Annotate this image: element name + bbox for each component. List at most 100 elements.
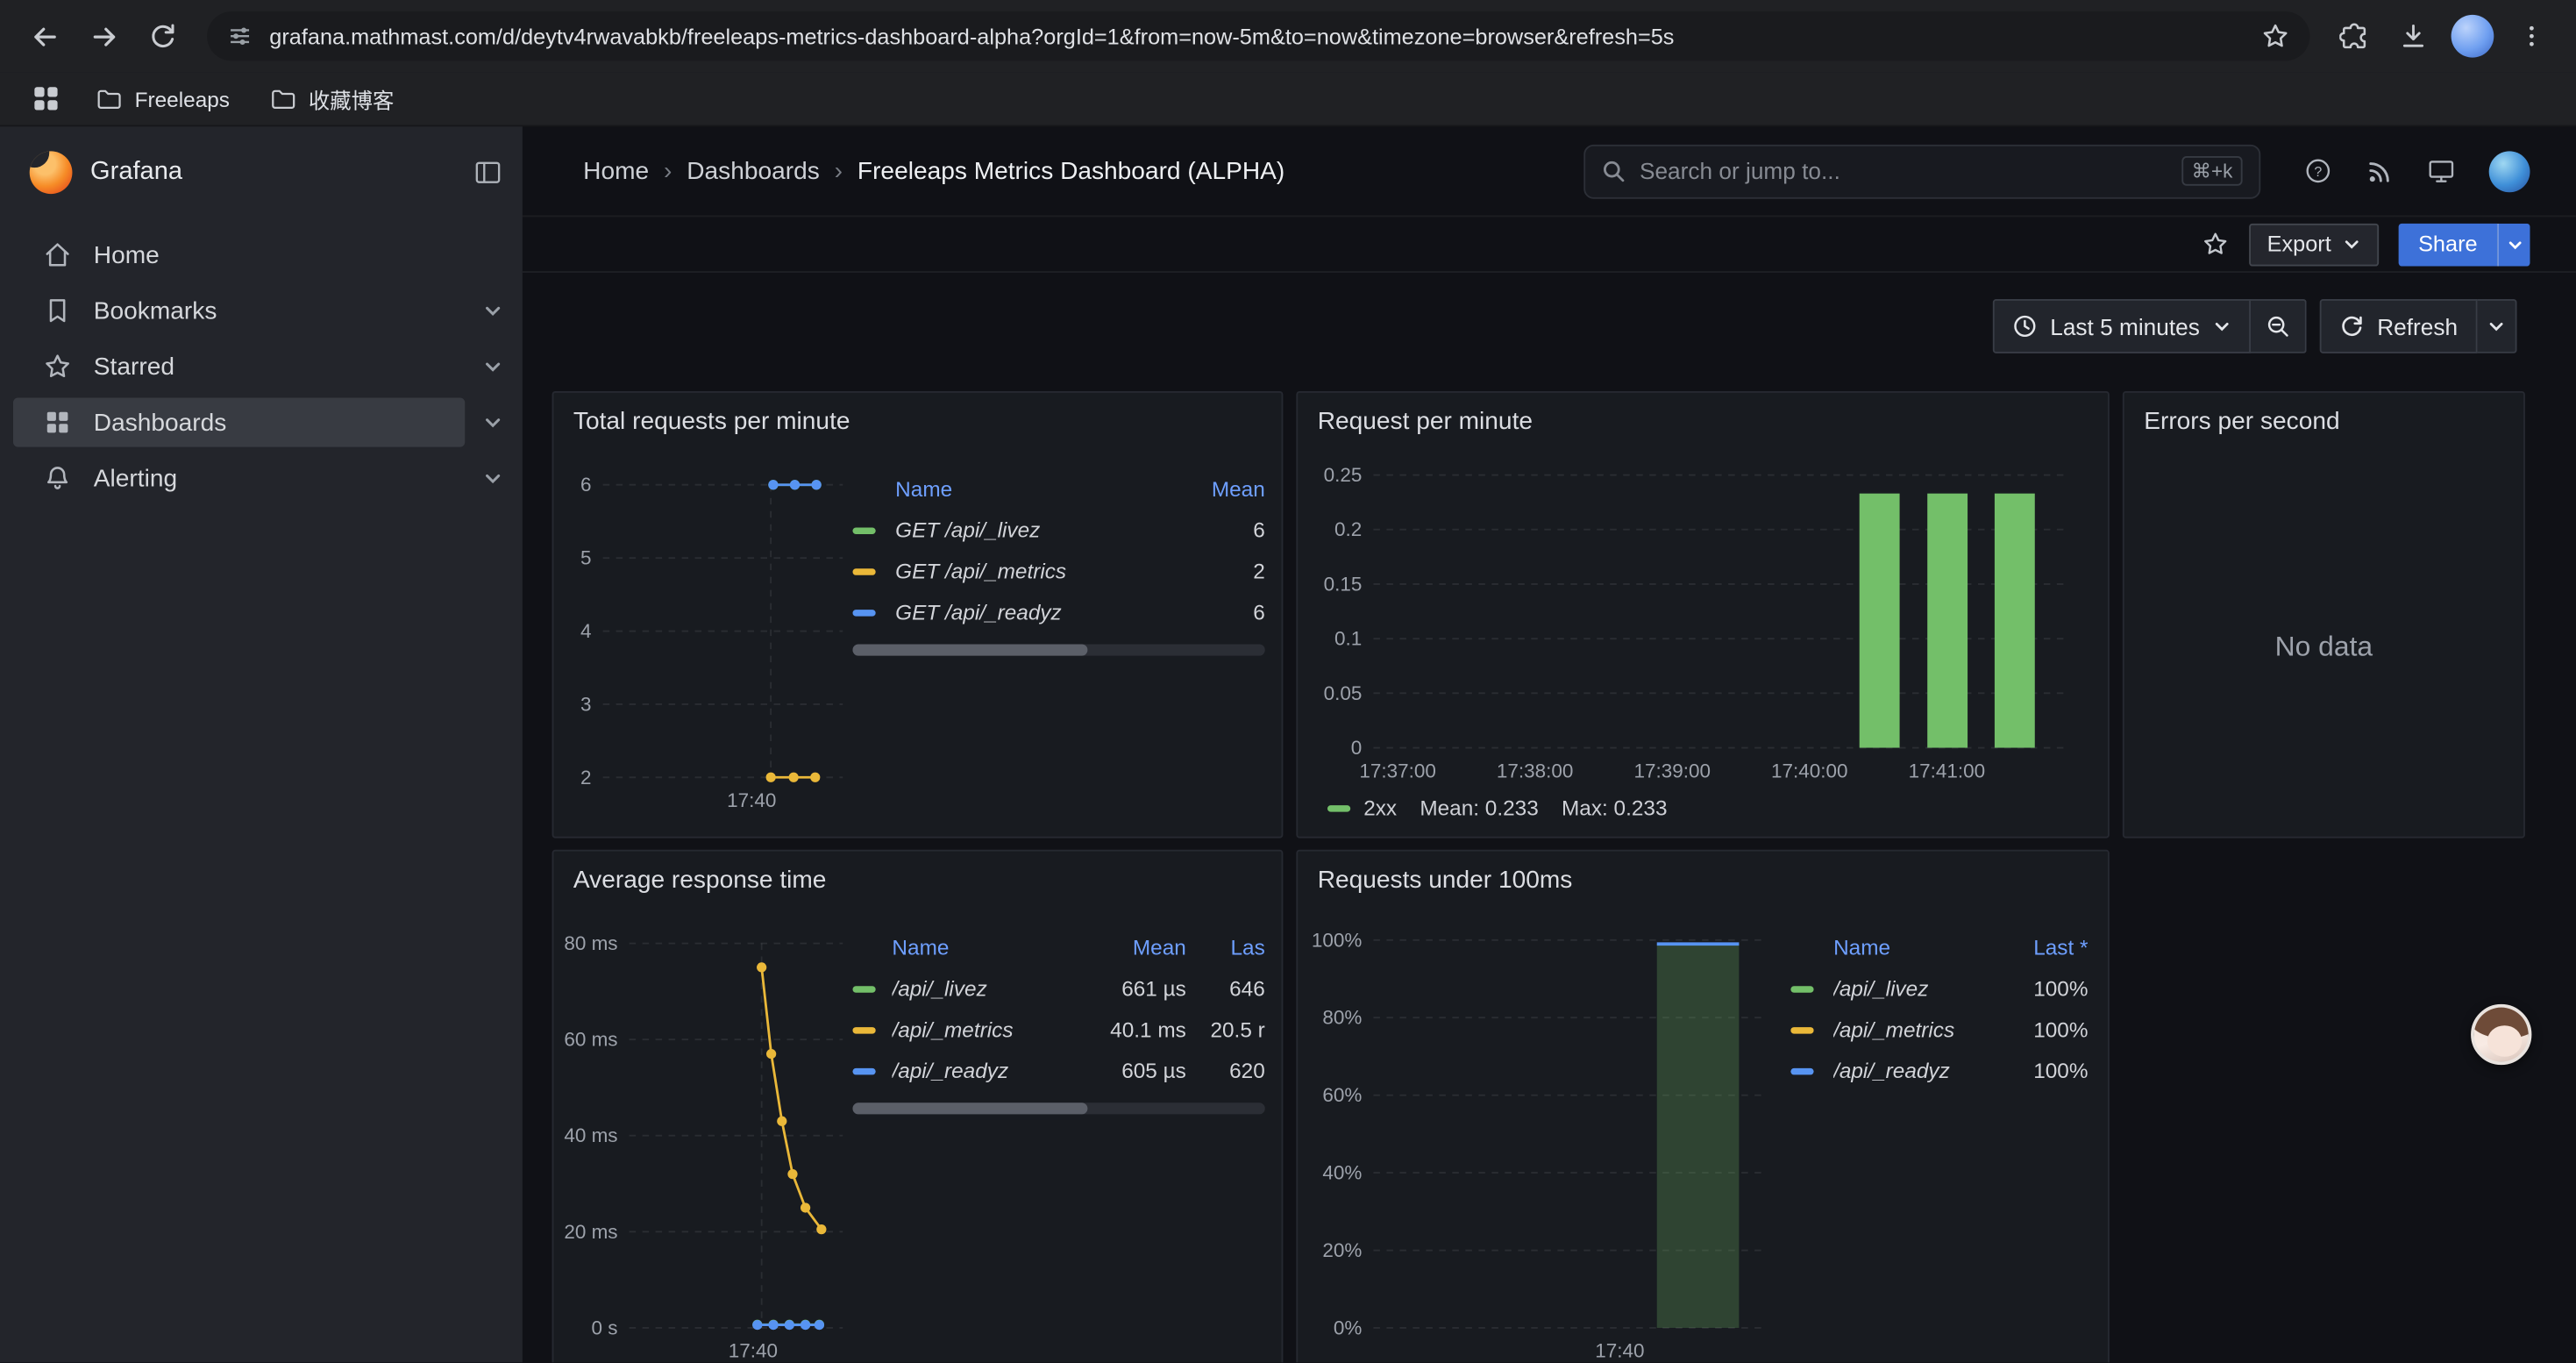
site-settings-icon[interactable] bbox=[227, 23, 253, 49]
share-menu-button[interactable] bbox=[2497, 223, 2530, 266]
user-avatar[interactable] bbox=[2489, 150, 2530, 191]
series-name[interactable]: /api/_metrics bbox=[892, 1017, 1078, 1042]
svg-text:?: ? bbox=[2314, 164, 2322, 180]
legend-row: /api/_metrics 40.1 ms 20.5 r bbox=[852, 1009, 1264, 1050]
series-name[interactable]: GET /api/_readyz bbox=[895, 600, 1170, 624]
time-range-picker[interactable]: Last 5 minutes bbox=[1993, 299, 2251, 353]
chevron-down-icon[interactable] bbox=[483, 412, 502, 432]
panel-request-per-minute[interactable]: Request per minute 0.250.20.150.10.05017… bbox=[1296, 391, 2109, 838]
search-input[interactable] bbox=[1640, 158, 2168, 184]
series-name[interactable]: /api/_readyz bbox=[1833, 1059, 1999, 1083]
panel-errors-per-second[interactable]: Errors per second No data bbox=[2123, 391, 2525, 838]
favorite-star-button[interactable] bbox=[2202, 230, 2230, 258]
legend-table: Name Mean Las /api/_livez 661 µs 646 bbox=[852, 927, 1264, 1115]
reload-icon bbox=[148, 21, 178, 51]
sidebar-item-starred[interactable]: Starred bbox=[0, 339, 523, 395]
svg-text:5: 5 bbox=[580, 547, 592, 569]
svg-text:6: 6 bbox=[580, 474, 592, 496]
share-button[interactable]: Share bbox=[2399, 223, 2497, 266]
bookmark-folder-blogs[interactable]: 收藏博客 bbox=[256, 78, 407, 119]
chevron-down-icon bbox=[2487, 318, 2506, 336]
legend-scrollbar[interactable] bbox=[852, 644, 1264, 655]
chevron-down-icon[interactable] bbox=[483, 357, 502, 376]
legend-col-name[interactable]: Name bbox=[892, 935, 1078, 960]
bookmark-label: 收藏博客 bbox=[309, 83, 394, 115]
grafana-logo[interactable] bbox=[30, 150, 73, 193]
svg-text:0.25: 0.25 bbox=[1324, 464, 1363, 486]
series-name[interactable]: GET /api/_livez bbox=[895, 517, 1170, 542]
chevron-down-icon[interactable] bbox=[483, 301, 502, 320]
svg-text:17:40: 17:40 bbox=[1595, 1340, 1644, 1362]
browser-toolbar: grafana.mathmast.com/d/deytv4rwavabkb/fr… bbox=[0, 0, 2576, 72]
svg-text:20 ms: 20 ms bbox=[564, 1221, 617, 1243]
scrollbar-thumb[interactable] bbox=[852, 644, 1087, 655]
profile-button[interactable] bbox=[2444, 8, 2501, 64]
news-rss-button[interactable] bbox=[2366, 157, 2394, 185]
reload-button[interactable] bbox=[135, 8, 191, 64]
scrollbar-thumb[interactable] bbox=[852, 1103, 1087, 1114]
extensions-button[interactable] bbox=[2326, 8, 2382, 64]
series-color-dash bbox=[1790, 1067, 1813, 1074]
series-name[interactable]: GET /api/_metrics bbox=[895, 559, 1170, 583]
series-last: 100% bbox=[2010, 1017, 2089, 1042]
chevron-down-icon[interactable] bbox=[483, 468, 502, 488]
panel-avg-response-time[interactable]: Average response time 80 ms60 ms40 ms20 … bbox=[552, 850, 1284, 1363]
panel-total-requests[interactable]: Total requests per minute 6543217:40 Nam… bbox=[552, 391, 1284, 838]
browser-menu-button[interactable] bbox=[2504, 8, 2560, 64]
address-bar[interactable]: grafana.mathmast.com/d/deytv4rwavabkb/fr… bbox=[207, 11, 2309, 61]
bookmark-star-icon[interactable] bbox=[2260, 21, 2290, 51]
breadcrumb: Home › Dashboards › Freeleaps Metrics Da… bbox=[583, 157, 1284, 185]
sidebar-item-dashboards[interactable]: Dashboards bbox=[0, 395, 523, 451]
total-requests-chart: 6543217:40 bbox=[560, 468, 853, 817]
series-name[interactable]: 2xx bbox=[1363, 796, 1397, 820]
series-color-dash bbox=[852, 567, 875, 574]
chevron-down-icon bbox=[2506, 236, 2523, 253]
refresh-interval-button[interactable] bbox=[2478, 299, 2517, 353]
url-text[interactable]: grafana.mathmast.com/d/deytv4rwavabkb/fr… bbox=[269, 24, 2244, 48]
breadcrumb-current: Freeleaps Metrics Dashboard (ALPHA) bbox=[857, 157, 1284, 185]
refresh-button[interactable]: Refresh bbox=[2320, 299, 2478, 353]
bookmark-folder-freeleaps[interactable]: Freeleaps bbox=[82, 80, 243, 118]
sidebar-item-home[interactable]: Home bbox=[0, 227, 523, 283]
breadcrumb-home[interactable]: Home bbox=[583, 157, 649, 185]
series-name[interactable]: /api/_livez bbox=[1833, 976, 1999, 1001]
download-icon bbox=[2399, 21, 2429, 51]
export-button[interactable]: Export bbox=[2249, 223, 2379, 266]
downloads-button[interactable] bbox=[2386, 8, 2442, 64]
back-button[interactable] bbox=[17, 8, 73, 64]
panel-under-100ms[interactable]: Requests under 100ms 100%80%60%40%20%0%1… bbox=[1296, 850, 2109, 1363]
zoom-out-button[interactable] bbox=[2251, 299, 2307, 353]
breadcrumb-separator: › bbox=[664, 157, 672, 185]
legend-row: GET /api/_readyz 6 bbox=[852, 592, 1264, 633]
legend-col-mean[interactable]: Mean bbox=[1179, 476, 1264, 501]
series-name[interactable]: /api/_readyz bbox=[892, 1059, 1078, 1083]
sidebar-nav: Home Bookmarks Starred Dashboards bbox=[0, 217, 523, 506]
series-name[interactable]: /api/_metrics bbox=[1833, 1017, 1999, 1042]
share-button-group: Share bbox=[2399, 223, 2530, 266]
sidebar-item-bookmarks[interactable]: Bookmarks bbox=[0, 282, 523, 339]
series-name[interactable]: /api/_livez bbox=[892, 976, 1078, 1001]
collapse-sidebar-button[interactable] bbox=[473, 157, 503, 187]
series-color-dash bbox=[852, 527, 875, 533]
apps-button[interactable] bbox=[23, 75, 68, 121]
time-range-group: Last 5 minutes bbox=[1993, 299, 2307, 353]
legend-scrollbar[interactable] bbox=[852, 1103, 1264, 1114]
share-label: Share bbox=[2418, 232, 2478, 256]
legend-col-last[interactable]: Last * bbox=[2010, 935, 2089, 960]
legend-row: /api/_livez 661 µs 646 bbox=[852, 968, 1264, 1010]
search-box[interactable]: ⌘+k bbox=[1583, 144, 2260, 198]
legend-col-mean[interactable]: Mean bbox=[1087, 935, 1185, 960]
help-button[interactable]: ? bbox=[2303, 156, 2333, 186]
legend-col-name[interactable]: Name bbox=[1833, 935, 1999, 960]
kiosk-monitor-button[interactable] bbox=[2426, 156, 2456, 186]
legend-col-last[interactable]: Las bbox=[1196, 935, 1265, 960]
svg-text:0.15: 0.15 bbox=[1324, 573, 1363, 595]
legend-col-name[interactable]: Name bbox=[895, 476, 1170, 501]
legend-row: GET /api/_metrics 2 bbox=[852, 551, 1264, 592]
forward-button[interactable] bbox=[75, 8, 132, 64]
floating-assistant-avatar[interactable] bbox=[2471, 1004, 2531, 1065]
sidebar-item-label: Bookmarks bbox=[94, 296, 217, 325]
breadcrumb-dashboards[interactable]: Dashboards bbox=[687, 157, 820, 185]
sidebar-item-alerting[interactable]: Alerting bbox=[0, 450, 523, 506]
dashboard-main: Export Share Last 5 minutes bbox=[523, 217, 2576, 1363]
